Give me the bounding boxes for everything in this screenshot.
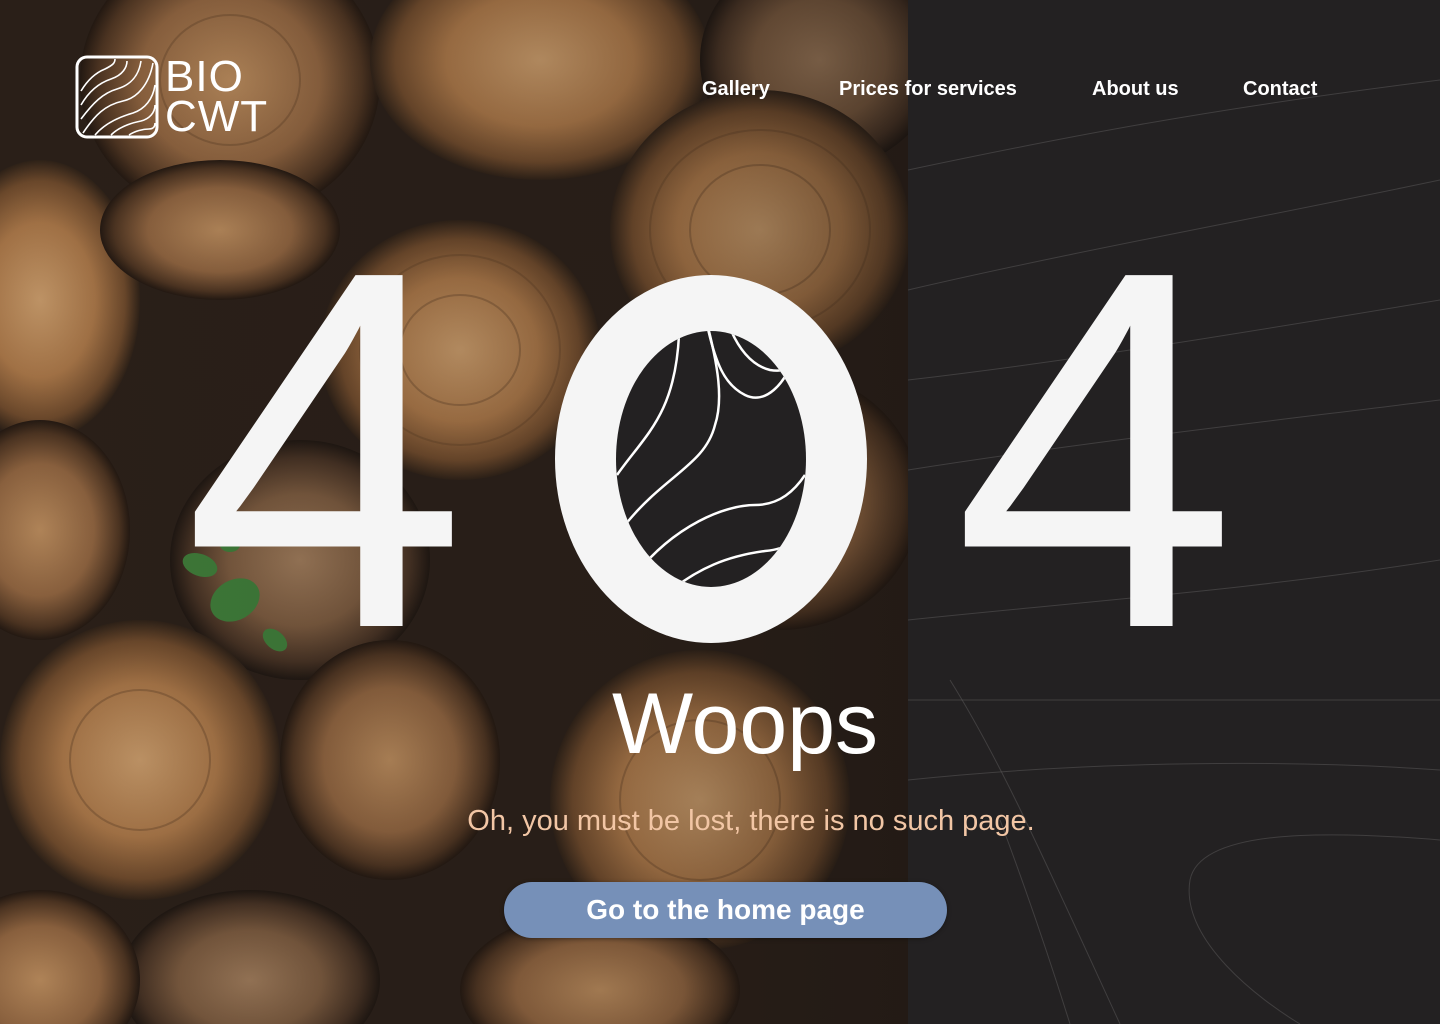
nav-link-contact[interactable]: Contact — [1243, 78, 1317, 101]
nav-link-about[interactable]: About us — [1092, 78, 1179, 101]
error-page: BIO CWT Gallery Prices for services Abou… — [0, 0, 1440, 1024]
main-nav: Gallery Prices for services About us Con… — [0, 78, 1440, 106]
error-message: Oh, you must be lost, there is no such p… — [467, 805, 1035, 837]
wood-rings-zero-graphic — [555, 275, 867, 643]
error-digit-left: 4 — [183, 165, 467, 735]
error-digit-right: 4 — [953, 165, 1237, 735]
nav-link-gallery[interactable]: Gallery — [702, 78, 770, 101]
error-digit-zero: 0 — [555, 275, 867, 643]
error-title: Woops — [611, 676, 879, 772]
nav-link-prices[interactable]: Prices for services — [839, 78, 1017, 101]
home-page-button[interactable]: Go to the home page — [504, 882, 947, 938]
